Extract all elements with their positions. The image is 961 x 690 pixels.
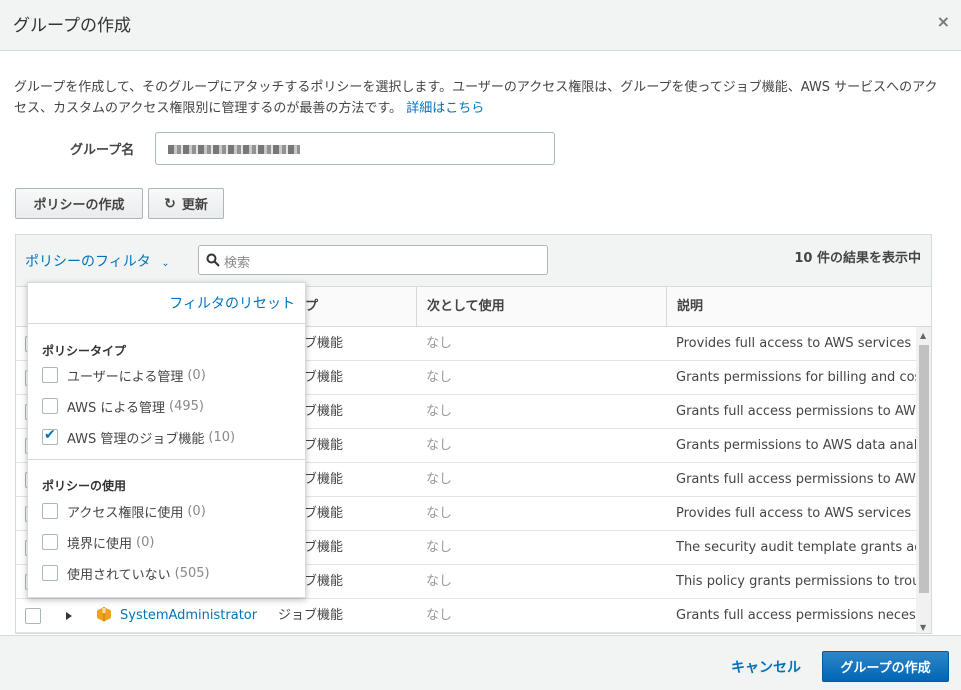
policy-usage: なし <box>426 370 453 385</box>
learn-more-link[interactable]: 詳細はこちら <box>406 101 484 116</box>
search-input[interactable]: 検索 <box>198 245 548 275</box>
redacted-group-name <box>168 145 300 154</box>
chevron-down-icon: ⌄ <box>161 258 170 269</box>
policy-description: The security audit template grants acc. <box>676 540 916 555</box>
policy-description: This policy grants permissions to troub <box>676 574 916 589</box>
policy-description: Grants permissions for billing and cost. <box>676 370 916 385</box>
search-placeholder: 検索 <box>224 256 251 271</box>
filter-option-label: AWS 管理のジョブ機能 <box>67 431 205 447</box>
policy-description: Provides full access to AWS services a <box>676 336 916 351</box>
dialog-footer: キャンセル グループの作成 <box>0 635 961 690</box>
refresh-label: 更新 <box>181 198 208 213</box>
policy-type: ジョブ機能 <box>278 608 344 623</box>
filter-checkbox[interactable] <box>42 367 58 383</box>
menu-divider <box>28 459 305 460</box>
filter-option[interactable]: ユーザーによる管理 (0) <box>42 365 206 385</box>
policy-usage: なし <box>426 438 453 453</box>
scrollbar-thumb[interactable] <box>919 345 929 593</box>
filter-option[interactable]: AWS 管理のジョブ機能(10) <box>42 427 235 447</box>
filter-option[interactable]: アクセス権限に使用 (0) <box>42 501 206 521</box>
filter-reset-link[interactable]: フィルタのリセット <box>169 293 295 313</box>
filter-menu: フィルタのリセット ポリシータイプ ユーザーによる管理 (0) AWS による管理(… <box>27 282 306 598</box>
filter-option-label: 使用されていない <box>67 567 171 583</box>
filter-checkbox[interactable] <box>42 503 58 519</box>
header-usage[interactable]: 次として使用 <box>416 287 666 327</box>
cancel-button[interactable]: キャンセル <box>731 657 801 677</box>
filter-option[interactable]: 境界に使用 (0) <box>42 532 154 552</box>
close-icon[interactable]: × <box>937 12 950 31</box>
policy-usage: なし <box>426 608 453 623</box>
policy-usage-heading: ポリシーの使用 <box>42 479 127 493</box>
policy-name-link[interactable]: SystemAdministrator <box>120 599 257 633</box>
filter-checkbox[interactable] <box>42 427 58 445</box>
filter-checkbox[interactable] <box>42 565 58 581</box>
filter-option-count: (10) <box>208 429 236 445</box>
scroll-down-icon[interactable]: ▼ <box>920 623 926 632</box>
search-icon <box>206 253 220 267</box>
refresh-button[interactable]: ↻ 更新 <box>148 188 224 219</box>
filter-option-count: (0) <box>187 367 206 383</box>
policy-description: Provides full access to AWS services a <box>676 506 916 521</box>
filter-option-label: アクセス権限に使用 <box>67 505 184 521</box>
policy-description: Grants full access permissions to AWS <box>676 404 916 419</box>
policy-description: Grants full access permissions to AWS <box>676 472 916 487</box>
policy-filter-dropdown[interactable]: ポリシーのフィルタ ⌄ <box>25 251 170 271</box>
package-icon <box>97 607 111 622</box>
policy-usage: なし <box>426 540 453 555</box>
policy-description: Grants full access permissions necess <box>676 608 916 623</box>
policy-usage: なし <box>426 472 453 487</box>
filter-option-label: AWS による管理 <box>67 400 166 416</box>
policy-description: Grants permissions to AWS data analy <box>676 438 916 453</box>
header-description[interactable]: 説明 <box>666 287 926 327</box>
menu-divider <box>28 323 305 324</box>
filter-option[interactable]: 使用されていない (505) <box>42 563 210 583</box>
policy-usage: なし <box>426 404 453 419</box>
filter-option[interactable]: AWS による管理 (495) <box>42 396 204 416</box>
filter-checkbox[interactable] <box>42 534 58 550</box>
policy-usage: なし <box>426 574 453 589</box>
filter-option-count: (505) <box>174 565 210 581</box>
policy-usage: なし <box>426 336 453 351</box>
table-toolbar: ポリシーのフィルタ ⌄ 検索 10 件の結果を表示中 <box>16 235 931 287</box>
policy-usage: なし <box>426 506 453 521</box>
dialog-title: グループの作成 <box>13 16 131 36</box>
filter-option-label: ユーザーによる管理 <box>67 369 184 385</box>
filter-option-label: 境界に使用 <box>67 536 133 552</box>
policy-filter-label: ポリシーのフィルタ <box>25 254 151 270</box>
filter-option-count: (0) <box>187 503 206 519</box>
create-policy-button[interactable]: ポリシーの作成 <box>15 188 143 219</box>
filter-option-count: (0) <box>136 534 155 550</box>
result-count: 10 件の結果を表示中 <box>794 251 921 266</box>
create-policy-label: ポリシーの作成 <box>33 198 125 213</box>
group-name-label: グループ名 <box>70 143 135 158</box>
scroll-up-icon[interactable]: ▲ <box>920 331 926 340</box>
refresh-icon: ↻ <box>164 195 176 212</box>
expand-caret-icon[interactable] <box>66 612 72 620</box>
policy-type-heading: ポリシータイプ <box>42 344 127 358</box>
dialog-description: グループを作成して、そのグループにアタッチするポリシーを選択します。ユーザーのア… <box>14 77 944 119</box>
filter-option-count: (495) <box>169 398 204 414</box>
dialog-header: グループの作成 × <box>0 0 961 51</box>
create-group-button[interactable]: グループの作成 <box>822 651 949 682</box>
filter-checkbox[interactable] <box>42 398 58 414</box>
row-checkbox[interactable] <box>25 608 41 624</box>
create-group-label: グループの作成 <box>840 661 931 676</box>
table-row[interactable]: SystemAdministrator ジョブ機能 なし Grants full ac… <box>16 599 916 633</box>
